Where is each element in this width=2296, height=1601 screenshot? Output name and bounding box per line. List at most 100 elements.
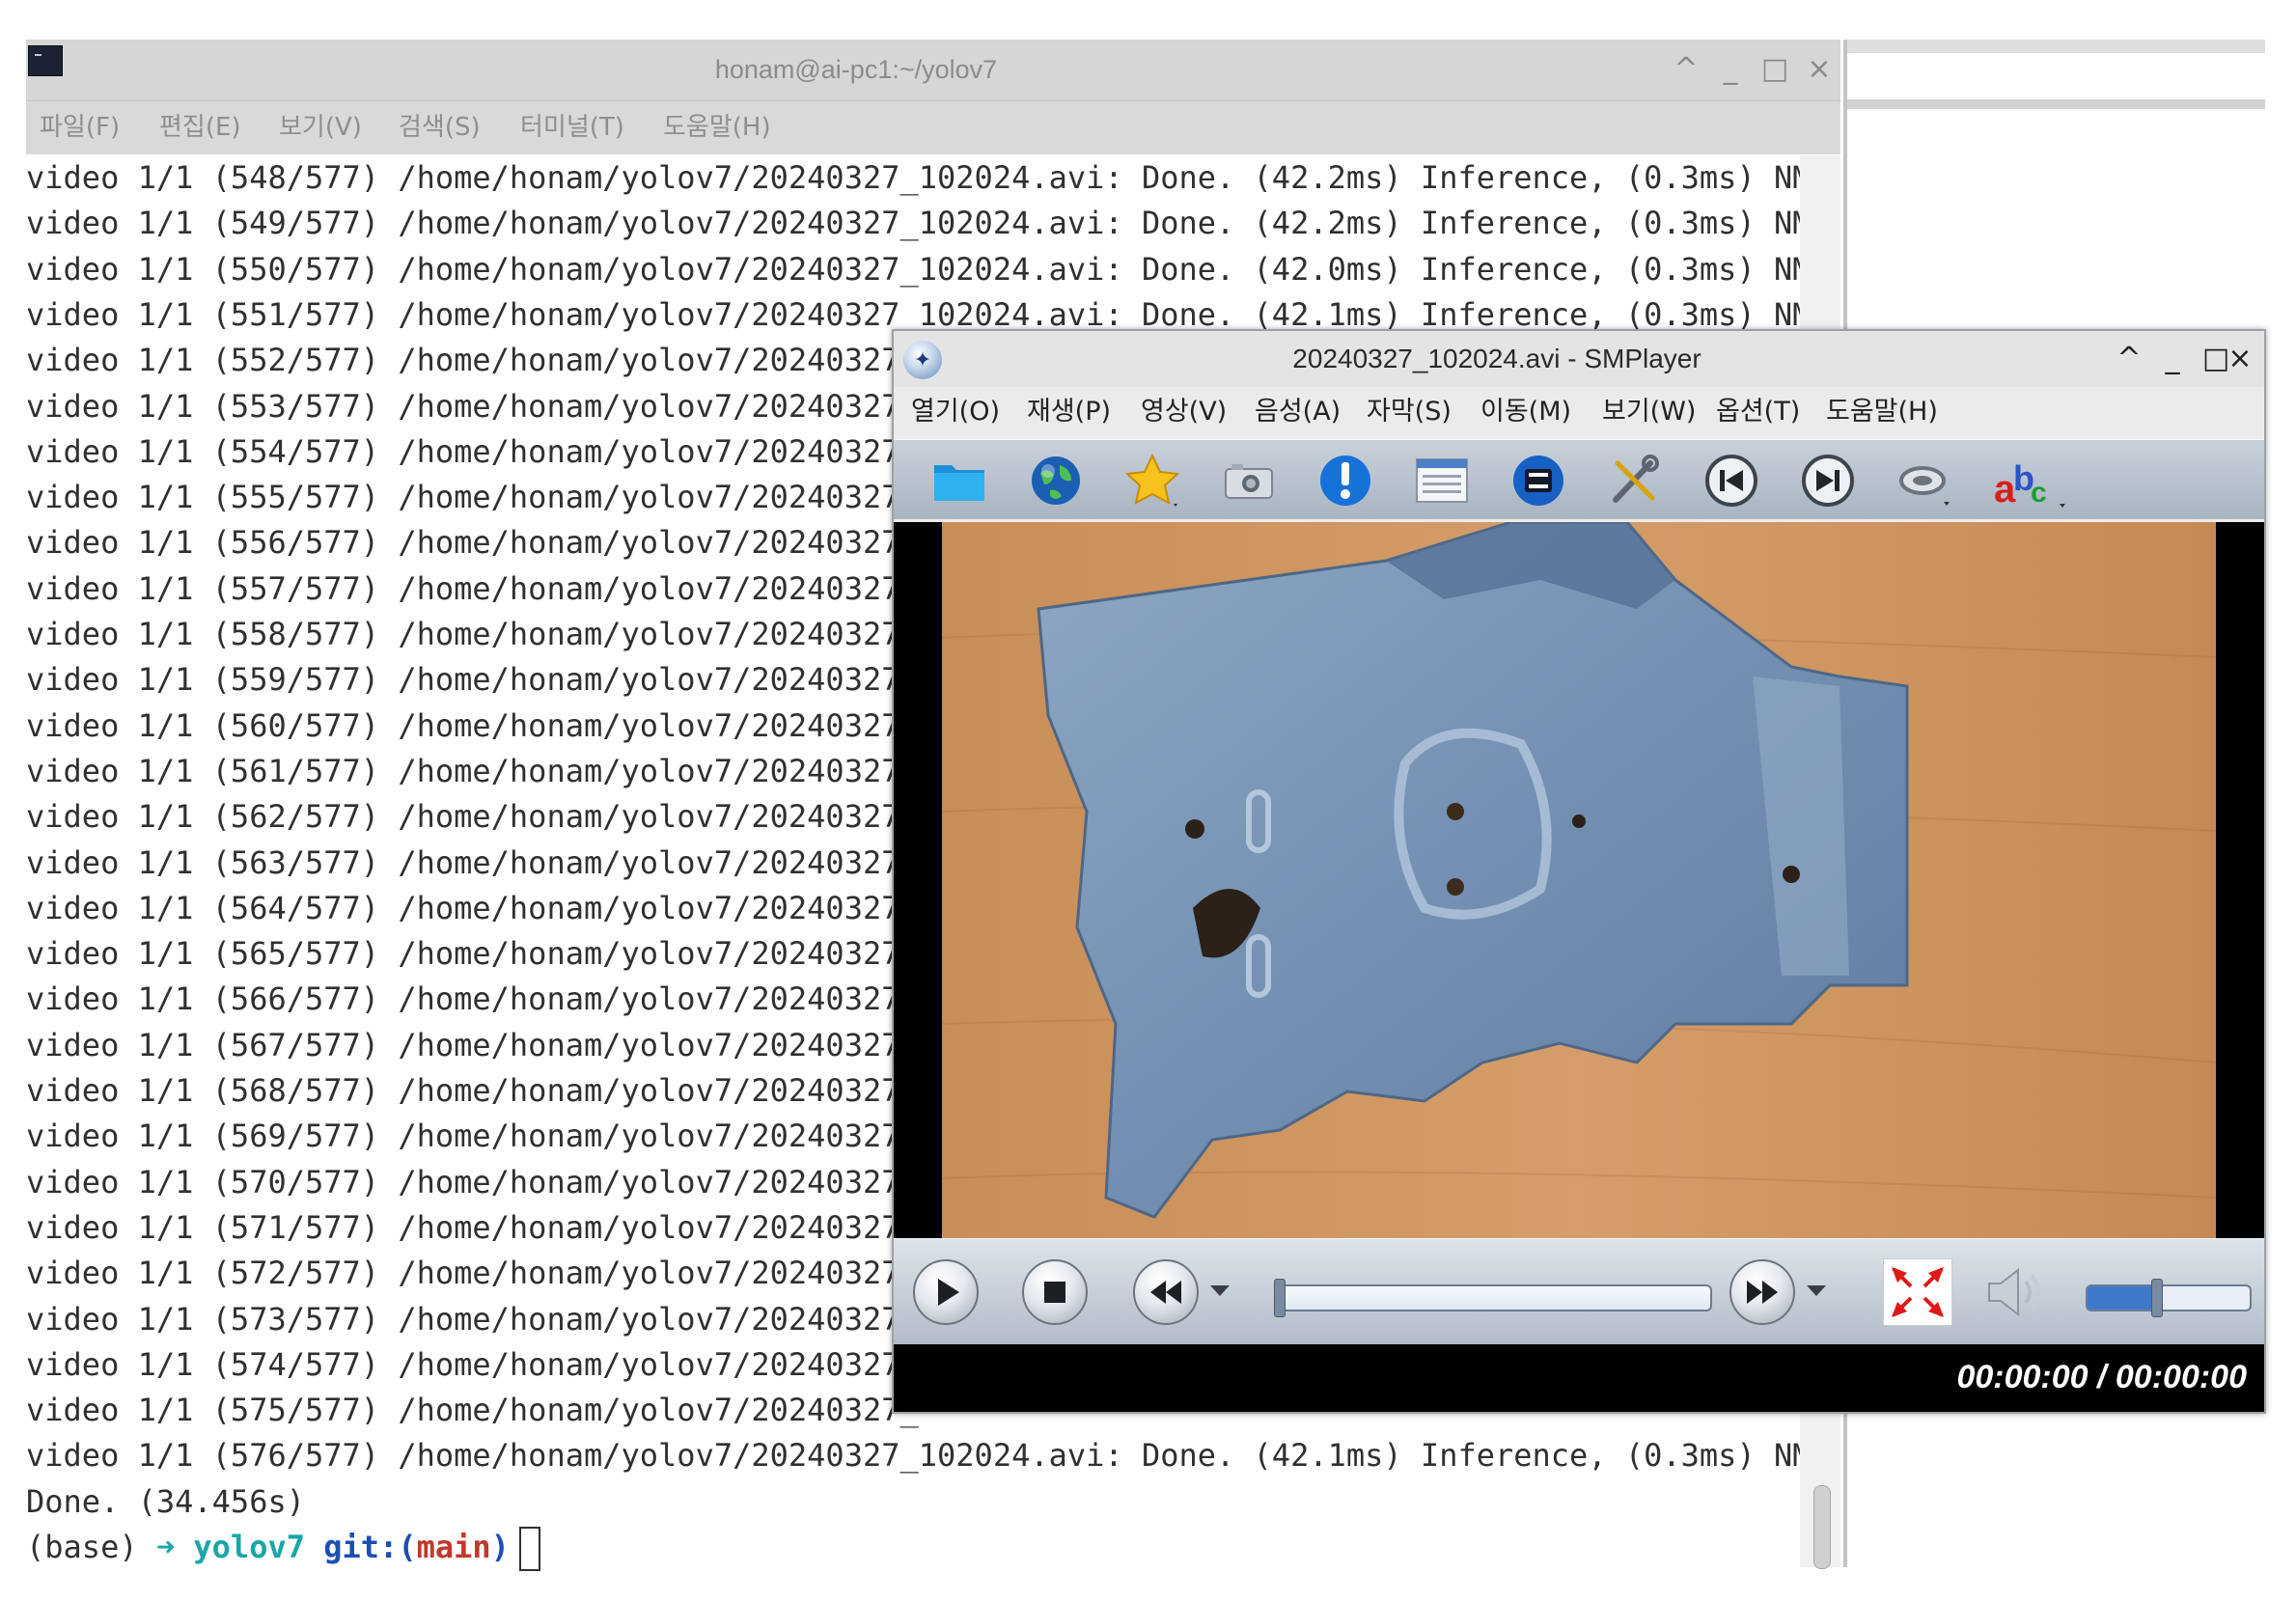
- previous-icon[interactable]: [1702, 452, 1760, 510]
- smplayer-menu-view[interactable]: 보기(W): [1602, 387, 1696, 437]
- smplayer-menu-help[interactable]: 도움말(H): [1826, 387, 1938, 437]
- terminal-output-line: video 1/1 (572/577) /home/honam/yolov7/2…: [26, 1255, 919, 1292]
- terminal-output-line: video 1/1 (575/577) /home/honam/yolov7/2…: [26, 1392, 919, 1429]
- terminal-output-line: video 1/1 (556/577) /home/honam/yolov7/2…: [26, 524, 919, 562]
- background-window-bar: [1847, 40, 2265, 53]
- terminal-prompt[interactable]: (base) ➜ yolov7 git:(main): [26, 1525, 540, 1571]
- playback-time: 00:00:00 / 00:00:00: [1956, 1359, 2247, 1395]
- terminal-output-line: video 1/1 (550/577) /home/honam/yolov7/2…: [26, 250, 1830, 288]
- terminal-menu-help[interactable]: 도움말(H): [663, 101, 771, 154]
- terminal-output-line: video 1/1 (566/577) /home/honam/yolov7/2…: [26, 980, 919, 1018]
- forward-dropdown-icon[interactable]: [1807, 1285, 1826, 1296]
- smplayer-menu-subtitles[interactable]: 자막(S): [1367, 387, 1452, 437]
- terminal-output-line: video 1/1 (563/577) /home/honam/yolov7/2…: [26, 843, 919, 881]
- folder-icon[interactable]: [930, 452, 988, 510]
- terminal-output-line: video 1/1 (555/577) /home/honam/yolov7/2…: [26, 479, 919, 516]
- video-display[interactable]: [894, 522, 2264, 1238]
- background-window-divider: [1847, 99, 2265, 109]
- terminal-output-line: video 1/1 (552/577) /home/honam/yolov7/2…: [26, 342, 919, 379]
- terminal-cursor: [518, 1527, 540, 1571]
- playback-controls: [894, 1238, 2264, 1345]
- terminal-titlebar[interactable]: honam@ai-pc1:~/yolov7 ^ _ □ ×: [26, 40, 1840, 101]
- prompt-git-close: ): [490, 1529, 510, 1565]
- info-icon[interactable]: [1316, 452, 1374, 510]
- terminal-output-line: video 1/1 (561/577) /home/honam/yolov7/2…: [26, 752, 919, 789]
- terminal-menu-file[interactable]: 파일(F): [40, 101, 120, 154]
- terminal-output-line: video 1/1 (558/577) /home/honam/yolov7/2…: [26, 616, 919, 652]
- smplayer-statusbar: 00:00:00 / 00:00:00: [894, 1344, 2264, 1412]
- svg-text:c: c: [2031, 477, 2047, 509]
- smplayer-title: 20240327_102024.avi - SMPlayer: [1292, 344, 1701, 373]
- terminal-shade-button[interactable]: ^: [1667, 47, 1705, 92]
- terminal-output-line: video 1/1 (571/577) /home/honam/yolov7/2…: [26, 1208, 919, 1246]
- smplayer-menu-browse[interactable]: 이동(M): [1480, 387, 1571, 437]
- smplayer-minimize-button[interactable]: _: [2153, 337, 2192, 381]
- smplayer-menu-options[interactable]: 옵션(T): [1716, 387, 1800, 437]
- terminal-title: honam@ai-pc1:~/yolov7: [714, 55, 998, 84]
- smplayer-menu-open[interactable]: 열기(O): [911, 387, 1000, 437]
- terminal-output-line: video 1/1 (574/577) /home/honam/yolov7/2…: [26, 1345, 919, 1383]
- preferences-tools-icon[interactable]: [1606, 452, 1664, 510]
- terminal-output-line: video 1/1 (562/577) /home/honam/yolov7/2…: [26, 798, 919, 836]
- smplayer-shade-button[interactable]: ^: [2110, 337, 2148, 381]
- smplayer-menubar: 열기(O) 재생(P) 영상(V) 음성(A) 자막(S) 이동(M) 보기(W…: [894, 387, 2264, 437]
- terminal-output-line: Done. (34.456s): [26, 1482, 305, 1520]
- stop-button[interactable]: [1022, 1259, 1088, 1325]
- smplayer-close-button[interactable]: ×: [2221, 337, 2259, 381]
- terminal-menu-search[interactable]: 검색(S): [399, 101, 481, 154]
- terminal-output-line: video 1/1 (576/577) /home/honam/yolov7/2…: [26, 1437, 1830, 1475]
- terminal-close-button[interactable]: ×: [1800, 47, 1839, 92]
- smplayer-menu-video[interactable]: 영상(V): [1141, 387, 1227, 437]
- rewind-dropdown-icon[interactable]: [1210, 1285, 1230, 1296]
- terminal-menubar: 파일(F) 편집(E) 보기(V) 검색(S) 터미널(T) 도움말(H): [26, 101, 1840, 154]
- volume-handle[interactable]: [2150, 1279, 2163, 1317]
- terminal-output-line: video 1/1 (565/577) /home/honam/yolov7/2…: [26, 935, 919, 973]
- smplayer-window: ✦ 20240327_102024.avi - SMPlayer ^ _ □ ×…: [892, 329, 2266, 1414]
- prompt-git-label: git:(: [323, 1529, 417, 1565]
- stop-icon: [1044, 1282, 1065, 1303]
- record-icon[interactable]: [1509, 452, 1567, 510]
- smplayer-toolbar: a b c: [894, 439, 2264, 519]
- terminal-output-line: video 1/1 (548/577) /home/honam/yolov7/2…: [26, 159, 1830, 196]
- terminal-output-line: video 1/1 (568/577) /home/honam/yolov7/2…: [26, 1072, 919, 1109]
- seek-bar[interactable]: [1274, 1279, 1712, 1317]
- screenshot-camera-icon[interactable]: [1220, 452, 1278, 510]
- fullscreen-icon: [1892, 1267, 1944, 1317]
- smplayer-menu-play[interactable]: 재생(P): [1027, 387, 1111, 437]
- terminal-output-line: video 1/1 (573/577) /home/honam/yolov7/2…: [26, 1300, 919, 1338]
- subtitles-abc-icon[interactable]: a b c: [1992, 452, 2069, 510]
- volume-icon[interactable]: [1979, 1258, 2047, 1326]
- next-icon[interactable]: [1799, 452, 1857, 510]
- video-frame: [942, 522, 2216, 1238]
- globe-icon[interactable]: [1027, 452, 1085, 510]
- terminal-output-line: video 1/1 (557/577) /home/honam/yolov7/2…: [26, 569, 919, 607]
- play-button[interactable]: [913, 1259, 979, 1325]
- terminal-output-line: video 1/1 (570/577) /home/honam/yolov7/2…: [26, 1163, 919, 1201]
- play-icon: [938, 1279, 959, 1306]
- fullscreen-button[interactable]: [1883, 1258, 1952, 1326]
- forward-button[interactable]: [1729, 1259, 1795, 1325]
- terminal-output-line: video 1/1 (554/577) /home/honam/yolov7/2…: [26, 432, 919, 470]
- prompt-branch: main: [416, 1529, 491, 1565]
- terminal-minimize-button[interactable]: _: [1711, 47, 1750, 92]
- terminal-menu-view[interactable]: 보기(V): [279, 101, 362, 154]
- seek-handle[interactable]: [1274, 1279, 1286, 1317]
- forward-icon: [1747, 1281, 1778, 1304]
- terminal-menu-terminal[interactable]: 터미널(T): [520, 101, 624, 154]
- rewind-icon: [1150, 1281, 1181, 1304]
- playlist-icon[interactable]: [1413, 452, 1471, 510]
- smplayer-menu-audio[interactable]: 음성(A): [1255, 387, 1341, 437]
- terminal-menu-edit[interactable]: 편집(E): [159, 101, 241, 154]
- favorites-star-icon[interactable]: [1123, 452, 1181, 510]
- prompt-arrow: ➜: [155, 1529, 176, 1565]
- terminal-scrollbar-thumb[interactable]: [1813, 1485, 1831, 1569]
- prompt-dir: yolov7: [193, 1529, 305, 1565]
- terminal-maximize-button[interactable]: □: [1756, 47, 1794, 92]
- smplayer-titlebar[interactable]: ✦ 20240327_102024.avi - SMPlayer ^ _ □ ×: [894, 331, 2264, 387]
- rewind-button[interactable]: [1133, 1259, 1199, 1325]
- terminal-output-line: video 1/1 (569/577) /home/honam/yolov7/2…: [26, 1118, 919, 1155]
- terminal-output-line: video 1/1 (560/577) /home/honam/yolov7/2…: [26, 706, 919, 744]
- prompt-env: (base): [26, 1529, 138, 1565]
- audio-track-icon[interactable]: [1895, 452, 1953, 510]
- volume-slider[interactable]: [2086, 1279, 2252, 1317]
